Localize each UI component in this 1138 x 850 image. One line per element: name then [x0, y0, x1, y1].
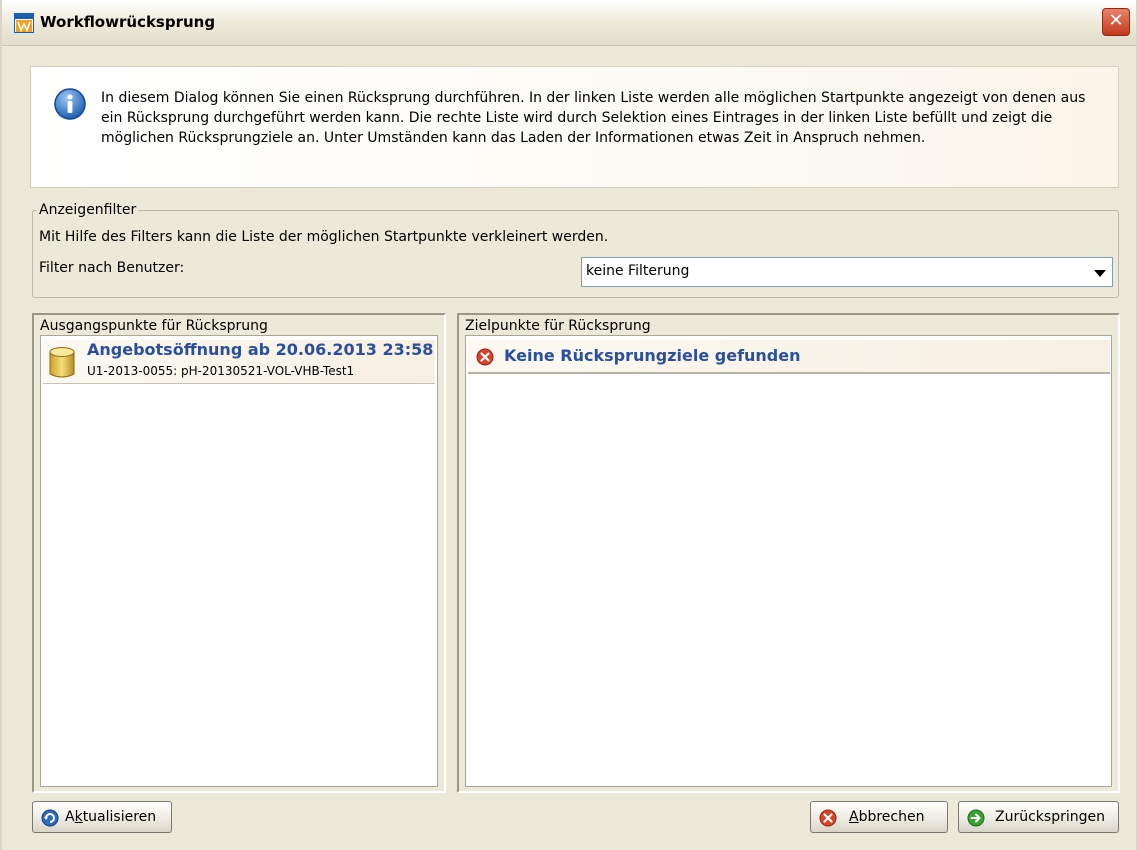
chevron-down-icon[interactable] [1094, 270, 1106, 277]
list-item: Keine Rücksprungziele gefunden [468, 340, 1110, 374]
title-bar[interactable]: Workflowrücksprung ✕ [2, 0, 1136, 46]
info-box: In diesem Dialog können Sie einen Rücksp… [30, 66, 1119, 188]
refresh-icon [41, 809, 59, 827]
target-points-legend: Zielpunkte für Rücksprung [463, 317, 653, 335]
info-icon [54, 88, 86, 120]
jump-back-button[interactable]: Zurückspringen [958, 801, 1119, 833]
start-point-subtitle: U1-2013-0055: pH-20130521-VOL-VHB-Test1 [87, 364, 355, 378]
display-filter-group: Anzeigenfilter Mit Hilfe des Filters kan… [32, 201, 1119, 298]
filter-description: Mit Hilfe des Filters kann die Liste der… [39, 229, 609, 245]
cancel-button[interactable]: Abbrechen [810, 801, 948, 833]
start-point-title: Angebotsöffnung ab 20.06.2013 23:58 [87, 340, 434, 359]
database-icon [49, 347, 75, 378]
arrow-right-icon [967, 809, 985, 827]
close-icon: ✕ [1108, 10, 1124, 31]
workflow-app-icon [14, 13, 34, 33]
window-title: Workflowrücksprung [40, 13, 216, 31]
filter-user-label: Filter nach Benutzer: [39, 260, 185, 276]
dialog-window: Workflowrücksprung ✕ In diesem Dialog kö… [0, 0, 1138, 850]
info-text: In diesem Dialog können Sie einen Rücksp… [101, 90, 1086, 146]
refresh-button[interactable]: Aktualisieren [32, 801, 172, 833]
error-icon [476, 348, 494, 366]
filter-legend: Anzeigenfilter [37, 201, 139, 219]
no-targets-message: Keine Rücksprungziele gefunden [504, 346, 801, 365]
target-points-panel: Zielpunkte für Rücksprung Keine Rückspru… [457, 313, 1120, 793]
jump-back-label: Zurückspringen [995, 809, 1105, 825]
cancel-label: Abbrechen [849, 809, 925, 825]
start-points-list[interactable]: Angebotsöffnung ab 20.06.2013 23:58 U1-2… [40, 335, 438, 787]
list-item[interactable]: Angebotsöffnung ab 20.06.2013 23:58 U1-2… [43, 340, 435, 384]
start-points-legend: Ausgangspunkte für Rücksprung [38, 317, 270, 335]
cancel-icon [819, 809, 837, 827]
close-button[interactable]: ✕ [1102, 8, 1130, 36]
target-points-list[interactable]: Keine Rücksprungziele gefunden [465, 335, 1112, 787]
user-filter-select[interactable]: keine Filterung [581, 257, 1113, 287]
user-filter-value: keine Filterung [586, 263, 690, 279]
start-points-panel: Ausgangspunkte für Rücksprung Angebotsöf… [32, 313, 446, 793]
refresh-label: Aktualisieren [65, 809, 157, 825]
